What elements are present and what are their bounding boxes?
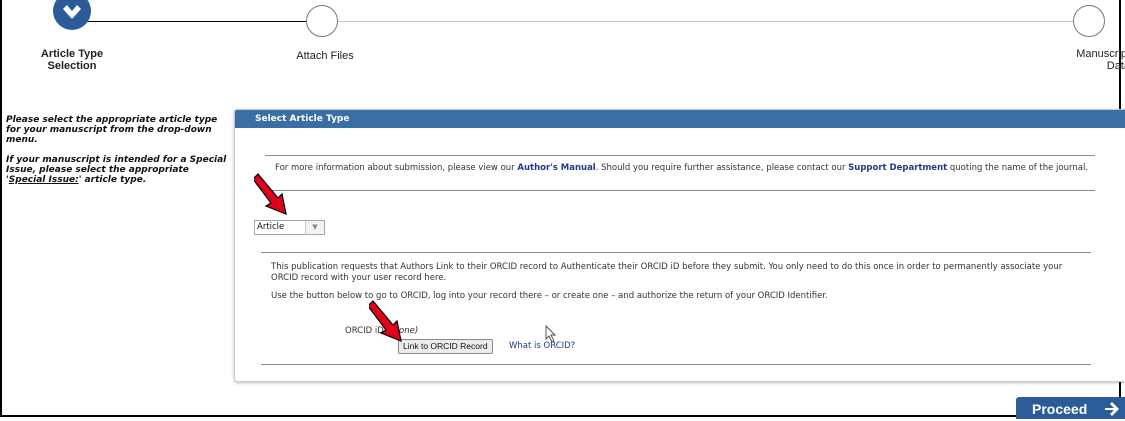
chevron-down-icon[interactable]: ▼: [305, 221, 324, 234]
stepper-progress-line: [72, 21, 306, 22]
instructions: Please select the appropriate article ty…: [6, 115, 231, 195]
arrow-right-icon: [1105, 402, 1119, 416]
support-department-link[interactable]: Support Department: [848, 163, 947, 173]
info-middle: . Should you require further assistance,…: [595, 163, 849, 173]
step-1-label: Article Type Selection: [40, 48, 104, 72]
check-icon: [63, 5, 81, 19]
article-type-select[interactable]: Article ▼: [254, 220, 325, 235]
info-prefix: For more information about submission, p…: [275, 163, 518, 173]
proceed-button[interactable]: Proceed: [1016, 397, 1125, 419]
step-2-circle[interactable]: [306, 5, 338, 37]
link-orcid-button[interactable]: Link to ORCID Record: [398, 339, 493, 354]
instructions-para-2-suffix: ' article type.: [78, 175, 147, 185]
proceed-label: Proceed: [1032, 401, 1088, 417]
what-is-orcid-link[interactable]: What is ORCID?: [509, 341, 575, 352]
submission-info: For more information about submission, p…: [265, 155, 1095, 191]
step-2-label: Attach Files: [296, 50, 354, 62]
annotation-arrow-icon: [369, 300, 402, 342]
info-suffix: quoting the name of the journal.: [947, 163, 1089, 173]
article-type-selected: Article: [257, 222, 285, 232]
panel-title: Select Article Type: [235, 110, 1125, 128]
instructions-para-1: Please select the appropriate article ty…: [6, 115, 218, 145]
special-issue-link: Special Issue:: [8, 175, 79, 185]
orcid-para-1: This publication requests that Authors L…: [271, 262, 1063, 283]
authors-manual-link[interactable]: Author's Manual: [517, 163, 595, 173]
instructions-para-2: If your manuscript is intended for a Spe…: [6, 155, 231, 185]
mouse-cursor-icon: [545, 325, 557, 343]
step-3-label: Manuscript Data: [1076, 48, 1125, 72]
step-3-circle[interactable]: [1073, 5, 1105, 37]
stepper-remaining-line: [338, 21, 1074, 22]
annotation-arrow-icon: [254, 173, 287, 215]
